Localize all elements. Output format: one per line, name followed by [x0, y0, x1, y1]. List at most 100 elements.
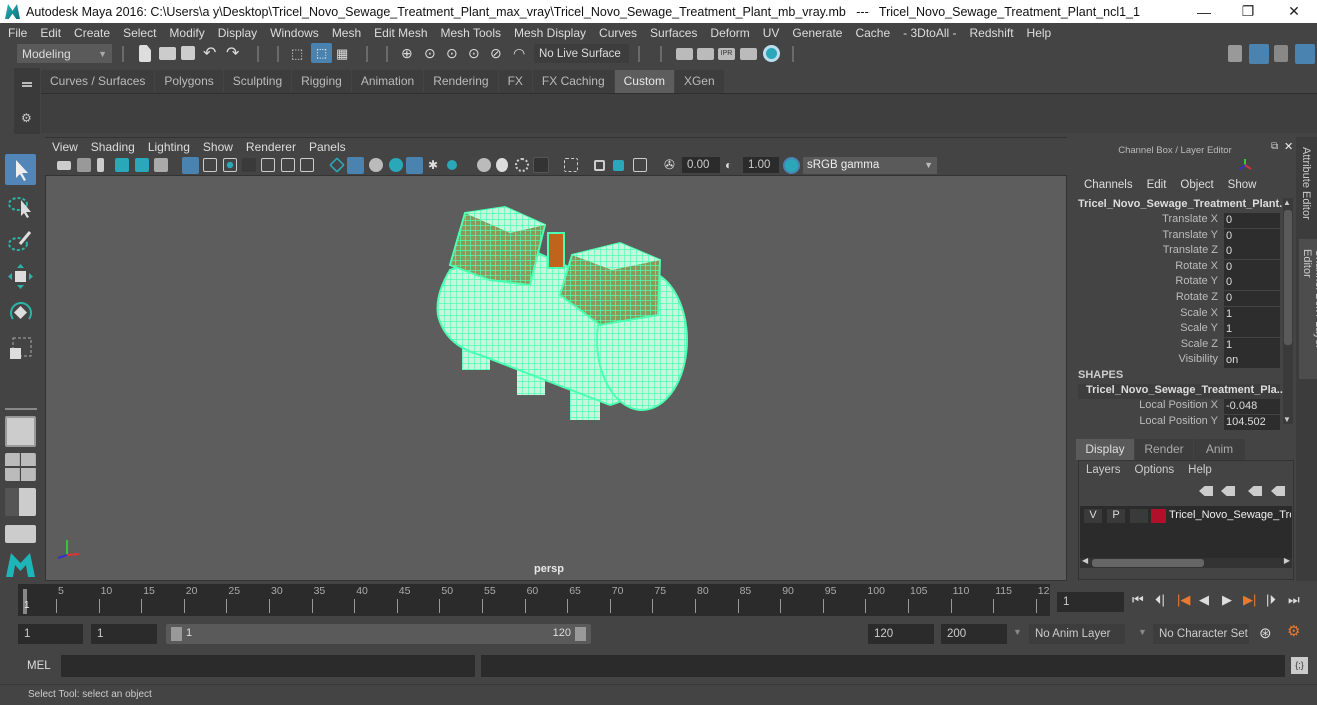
- layer-menu-help[interactable]: Help: [1188, 464, 1212, 476]
- wireframe-on-shaded-icon[interactable]: [389, 158, 403, 172]
- color-management-toggle-icon[interactable]: [783, 157, 800, 174]
- shape-channel-row[interactable]: Local Position Y 104.502: [1078, 414, 1280, 430]
- film-gate-icon[interactable]: [203, 158, 217, 172]
- single-perspective-layout-button[interactable]: [5, 416, 36, 447]
- attribute-editor-toggle-icon[interactable]: [1249, 44, 1269, 64]
- channel-menu-object[interactable]: Object: [1180, 179, 1213, 191]
- shelf-tab-custom[interactable]: Custom: [614, 70, 674, 93]
- render-settings-icon[interactable]: [740, 48, 757, 60]
- modeling-toolkit-icon[interactable]: [1228, 45, 1242, 62]
- layer-name[interactable]: Tricel_Novo_Sewage_Trea: [1169, 509, 1291, 521]
- shelf-tab-animation[interactable]: Animation: [351, 70, 424, 93]
- minimize-button[interactable]: —: [1181, 0, 1227, 23]
- undo-icon[interactable]: ↶: [203, 45, 220, 62]
- snap-view-plane-icon[interactable]: ⊙: [468, 45, 485, 62]
- color-space-dropdown[interactable]: sRGB gamma ▼: [803, 157, 937, 174]
- channel-value-field[interactable]: 0: [1224, 213, 1280, 228]
- shelf-tab-fx-caching[interactable]: FX Caching: [532, 70, 614, 93]
- anti-aliasing-icon[interactable]: [515, 158, 529, 172]
- camera-attributes-icon[interactable]: [77, 158, 91, 172]
- scrollbar-thumb[interactable]: [1092, 559, 1204, 567]
- gate-mask-icon[interactable]: [242, 158, 256, 172]
- channel-value-field[interactable]: 1: [1224, 337, 1280, 353]
- channel-row[interactable]: Rotate Y 0: [1078, 275, 1280, 291]
- viewport-menu-lighting[interactable]: Lighting: [148, 140, 190, 154]
- lights-icon[interactable]: ✱: [428, 158, 442, 172]
- layer-playback-toggle[interactable]: P: [1107, 509, 1125, 523]
- xray-active-components-icon[interactable]: [613, 160, 624, 171]
- camera-icon[interactable]: [57, 161, 71, 170]
- channel-value-field[interactable]: 0: [1224, 228, 1280, 244]
- channel-value-field[interactable]: 0: [1224, 275, 1280, 291]
- go-to-end-button[interactable]: ⏭: [1288, 592, 1300, 608]
- snap-grid-icon[interactable]: ⊕: [401, 45, 418, 62]
- lasso-tool-button[interactable]: [5, 190, 36, 221]
- animation-start-field[interactable]: 1: [18, 624, 83, 644]
- step-forward-frame-button[interactable]: |⏵: [1266, 592, 1276, 608]
- shelf-tab-xgen[interactable]: XGen: [674, 70, 724, 93]
- sewage-treatment-plant-model[interactable]: [420, 195, 710, 435]
- channel-box-scrollbar[interactable]: ▲ ▼: [1283, 198, 1293, 424]
- chevron-down-icon[interactable]: ▼: [1138, 627, 1147, 637]
- character-set-dropdown[interactable]: No Character Set: [1153, 624, 1249, 644]
- menuset-dropdown[interactable]: Modeling ▼: [17, 44, 112, 63]
- viewport-menu-show[interactable]: Show: [203, 140, 233, 154]
- render-current-icon[interactable]: [697, 48, 714, 60]
- shelf-settings-gear-icon[interactable]: ⚙: [21, 111, 32, 125]
- safe-title-icon[interactable]: [300, 158, 314, 172]
- menu-file[interactable]: File: [8, 26, 27, 40]
- layer-tab-display[interactable]: Display: [1076, 439, 1134, 460]
- shelf-tab-rendering[interactable]: Rendering: [424, 70, 498, 93]
- shadows-icon[interactable]: [447, 160, 457, 170]
- channel-value-field[interactable]: 0: [1224, 244, 1280, 260]
- scrollbar-thumb[interactable]: [1284, 210, 1292, 345]
- menu-create[interactable]: Create: [74, 26, 110, 40]
- channel-box-toggle-icon[interactable]: [1295, 44, 1315, 64]
- menu-3dtoall[interactable]: - 3DtoAll -: [903, 26, 956, 40]
- scroll-left-icon[interactable]: ◀: [1082, 556, 1088, 565]
- viewport-menu-renderer[interactable]: Renderer: [246, 140, 296, 154]
- xray-joints-icon[interactable]: [633, 158, 647, 172]
- step-back-key-button[interactable]: |◀: [1177, 592, 1190, 608]
- animation-preferences-icon[interactable]: ⚙: [1287, 622, 1300, 640]
- select-by-object-icon[interactable]: ⬚: [311, 43, 332, 63]
- viewport-menu-shading[interactable]: Shading: [91, 140, 135, 154]
- play-backwards-button[interactable]: ◀: [1199, 592, 1209, 608]
- redo-icon[interactable]: ↷: [226, 45, 243, 62]
- gamma-field[interactable]: 1.00: [743, 157, 779, 173]
- live-surface-field[interactable]: No Live Surface: [534, 44, 629, 63]
- scroll-right-icon[interactable]: ▶: [1284, 556, 1290, 565]
- menu-mesh[interactable]: Mesh: [332, 26, 361, 40]
- viewport-menu-view[interactable]: View: [52, 140, 78, 154]
- tool-settings-toggle-icon[interactable]: [1274, 45, 1288, 62]
- menu-help[interactable]: Help: [1027, 26, 1052, 40]
- channel-menu-show[interactable]: Show: [1228, 179, 1257, 191]
- script-editor-icon[interactable]: {;}: [1291, 657, 1308, 674]
- menu-deform[interactable]: Deform: [710, 26, 749, 40]
- menu-curves[interactable]: Curves: [599, 26, 637, 40]
- shape-channel-row[interactable]: Local Position X -0.048: [1078, 399, 1280, 414]
- depth-of-field-icon[interactable]: [533, 157, 549, 173]
- layer-tab-anim[interactable]: Anim: [1194, 439, 1245, 460]
- channel-row[interactable]: Translate Y 0: [1078, 228, 1280, 244]
- channel-value-field[interactable]: 104.502: [1224, 414, 1280, 430]
- make-live-icon[interactable]: ◠: [513, 45, 530, 62]
- playback-end-field[interactable]: 120: [868, 624, 934, 644]
- channel-row[interactable]: Visibility on: [1078, 353, 1280, 369]
- shelf-menu-icon[interactable]: [22, 82, 32, 84]
- graph-persp-layout-button[interactable]: [5, 525, 36, 543]
- channel-value-field[interactable]: 1: [1224, 322, 1280, 338]
- channel-value-field[interactable]: on: [1224, 353, 1280, 369]
- menu-windows[interactable]: Windows: [270, 26, 319, 40]
- select-by-hierarchy-icon[interactable]: ⬚: [291, 45, 308, 62]
- menu-display[interactable]: Display: [218, 26, 257, 40]
- screen-space-ao-icon[interactable]: [477, 158, 491, 172]
- layer-menu-options[interactable]: Options: [1135, 464, 1175, 476]
- channel-row[interactable]: Translate X 0: [1078, 213, 1280, 228]
- textured-icon[interactable]: [406, 157, 423, 174]
- channel-row[interactable]: Scale Y 1: [1078, 322, 1280, 338]
- animation-end-field[interactable]: 200: [941, 624, 1007, 644]
- xray-icon[interactable]: [594, 160, 605, 171]
- grease-pencil-icon[interactable]: [154, 158, 168, 172]
- select-tool-button[interactable]: [5, 154, 36, 185]
